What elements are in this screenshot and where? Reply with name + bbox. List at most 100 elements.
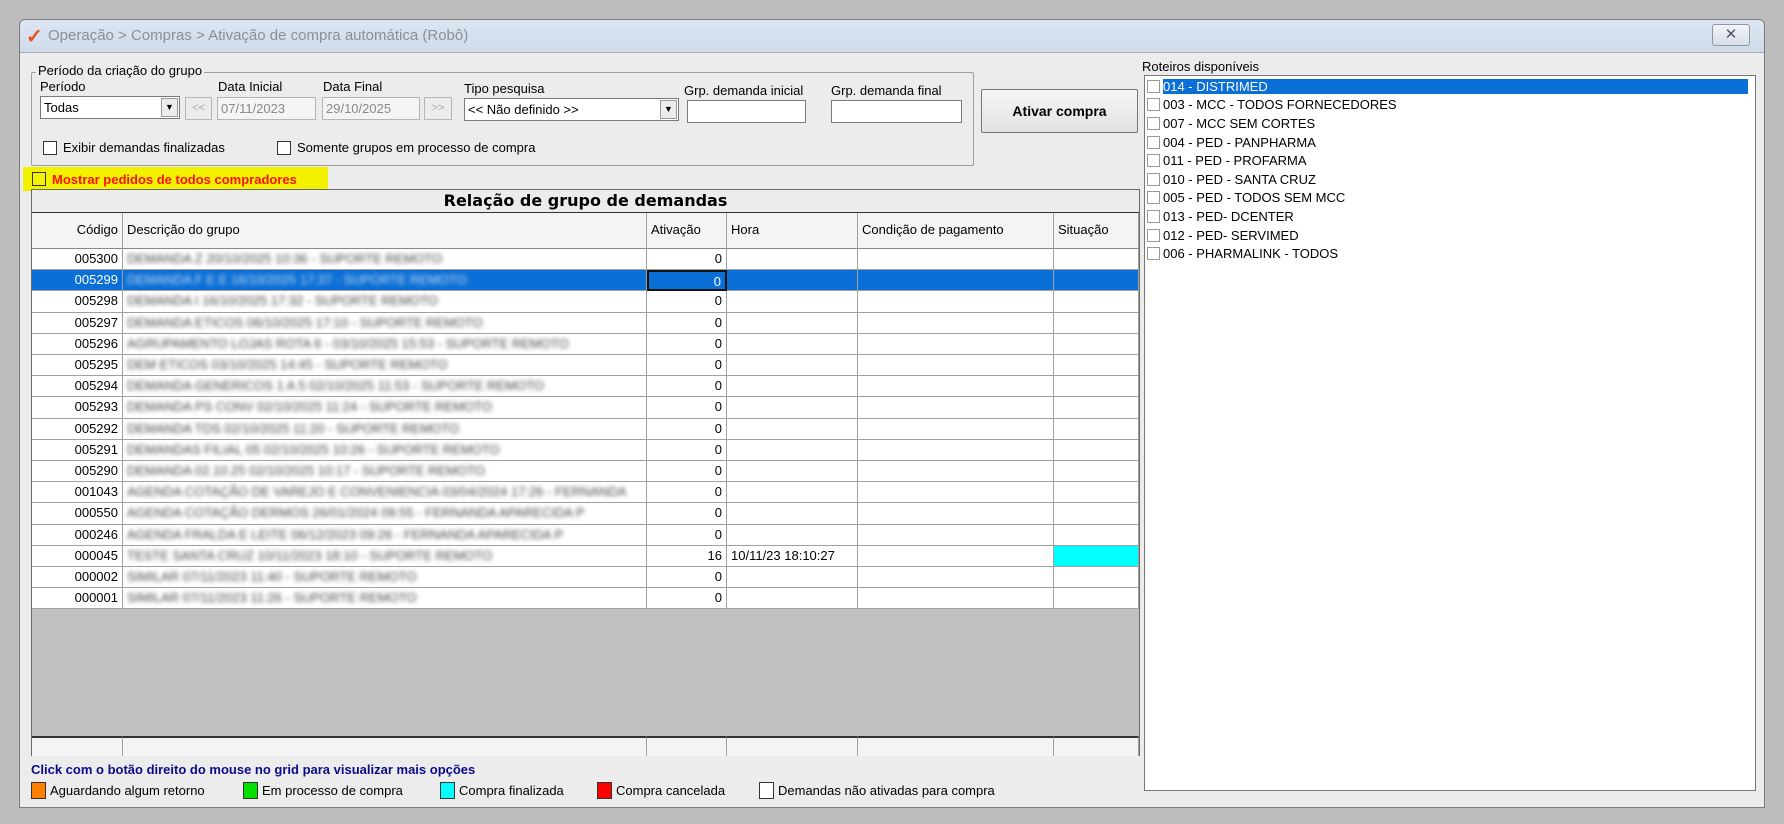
- cell-descricao[interactable]: DEMANDA I 16/10/2025 17:32 - SUPORTE REM…: [123, 291, 647, 313]
- cell-ativacao[interactable]: 0: [647, 524, 727, 546]
- cell-condicao[interactable]: [858, 376, 1054, 398]
- cell-descricao[interactable]: DEM ETICOS 03/10/2025 14:45 - SUPORTE RE…: [123, 355, 647, 377]
- cell-codigo[interactable]: 005292: [32, 418, 123, 440]
- cell-condicao[interactable]: [858, 545, 1054, 567]
- cell-descricao[interactable]: AGRUPAMENTO LOJAS ROTA 6 - 03/10/2025 15…: [123, 333, 647, 355]
- cell-ativacao[interactable]: 0: [647, 291, 727, 313]
- roteiro-checkbox[interactable]: [1147, 191, 1160, 205]
- cell-descricao[interactable]: DEMANDA ETICOS 06/10/2025 17:10 - SUPORT…: [123, 312, 647, 334]
- col-header-condicao[interactable]: Condição de pagamento: [858, 213, 1054, 249]
- col-header-situacao[interactable]: Situação: [1054, 213, 1139, 249]
- roteiro-item[interactable]: 014 - DISTRIMED: [1147, 77, 1748, 96]
- table-row[interactable]: 005293 DEMANDA PS CONV 02/10/2025 11:24 …: [32, 397, 1139, 419]
- roteiro-item[interactable]: 006 - PHARMALINK - TODOS: [1147, 244, 1338, 263]
- cell-descricao[interactable]: SIMILAR 07/11/2023 11:40 - SUPORTE REMOT…: [123, 567, 647, 589]
- cell-condicao[interactable]: [858, 567, 1054, 589]
- roteiro-item[interactable]: 010 - PED - SANTA CRUZ: [1147, 170, 1316, 189]
- cell-descricao[interactable]: DEMANDA TDS 02/10/2025 11:20 - SUPORTE R…: [123, 418, 647, 440]
- cell-condicao[interactable]: [858, 418, 1054, 440]
- roteiro-item[interactable]: 005 - PED - TODOS SEM MCC: [1147, 189, 1345, 208]
- cell-condicao[interactable]: [858, 461, 1054, 483]
- cell-hora[interactable]: [727, 355, 858, 377]
- cell-ativacao[interactable]: 0: [647, 312, 727, 334]
- cell-situacao[interactable]: [1054, 376, 1139, 398]
- mostrar-todos-compradores-checkbox[interactable]: Mostrar pedidos de todos compradores: [23, 167, 328, 191]
- data-inicial-input[interactable]: 07/11/2023: [217, 97, 316, 120]
- table-row[interactable]: 000550 AGENDA COTAÇÃO DERMOS 26/01/2024 …: [32, 503, 1139, 525]
- table-row[interactable]: 005300 DEMANDA Z 20/10/2025 10:36 - SUPO…: [32, 249, 1139, 271]
- cell-ativacao[interactable]: 0: [647, 376, 727, 398]
- table-row[interactable]: 005292 DEMANDA TDS 02/10/2025 11:20 - SU…: [32, 418, 1139, 440]
- cell-condicao[interactable]: [858, 291, 1054, 313]
- cell-codigo[interactable]: 005300: [32, 249, 123, 271]
- cell-codigo[interactable]: 005293: [32, 397, 123, 419]
- cell-condicao[interactable]: [858, 333, 1054, 355]
- cell-hora[interactable]: 10/11/23 18:10:27: [727, 545, 858, 567]
- col-header-codigo[interactable]: Código: [32, 213, 123, 249]
- cell-ativacao[interactable]: 0: [647, 418, 727, 440]
- col-header-hora[interactable]: Hora: [727, 213, 858, 249]
- cell-hora[interactable]: [727, 439, 858, 461]
- table-row[interactable]: 005295 DEM ETICOS 03/10/2025 14:45 - SUP…: [32, 355, 1139, 377]
- roteiro-item[interactable]: 012 - PED- SERVIMED: [1147, 226, 1299, 245]
- cell-codigo[interactable]: 005296: [32, 333, 123, 355]
- cell-ativacao[interactable]: 0: [647, 461, 727, 483]
- roteiro-item[interactable]: 013 - PED- DCENTER: [1147, 207, 1294, 226]
- cell-situacao[interactable]: [1054, 249, 1139, 271]
- cell-ativacao[interactable]: 0: [647, 333, 727, 355]
- cell-descricao[interactable]: DEMANDA GENERICOS 1 A 5 02/10/2025 11:53…: [123, 376, 647, 398]
- cell-situacao[interactable]: [1054, 333, 1139, 355]
- cell-descricao[interactable]: DEMANDA Z 20/10/2025 10:36 - SUPORTE REM…: [123, 249, 647, 271]
- cell-condicao[interactable]: [858, 397, 1054, 419]
- cell-hora[interactable]: [727, 397, 858, 419]
- roteiro-checkbox[interactable]: [1147, 79, 1160, 93]
- cell-codigo[interactable]: 001043: [32, 482, 123, 504]
- roteiro-checkbox[interactable]: [1147, 172, 1160, 186]
- checkbox-box[interactable]: [277, 140, 291, 155]
- roteiros-list[interactable]: 014 - DISTRIMED 003 - MCC - TODOS FORNECE…: [1144, 75, 1756, 791]
- cell-hora[interactable]: [727, 567, 858, 589]
- cell-ativacao[interactable]: 0: [647, 439, 727, 461]
- cell-codigo[interactable]: 000550: [32, 503, 123, 525]
- table-row[interactable]: 001043 AGENDA COTAÇÃO DE VAREJO E CONVEN…: [32, 482, 1139, 504]
- roteiro-checkbox[interactable]: [1147, 154, 1160, 168]
- checkbox-box[interactable]: [32, 172, 46, 186]
- cell-situacao[interactable]: [1054, 397, 1139, 419]
- somente-processo-checkbox[interactable]: Somente grupos em processo de compra: [277, 140, 535, 155]
- cell-ativacao[interactable]: 0: [647, 397, 727, 419]
- periodo-select[interactable]: Todas ▼: [40, 96, 180, 119]
- roteiro-checkbox[interactable]: [1147, 98, 1160, 112]
- cell-condicao[interactable]: [858, 270, 1054, 292]
- cell-condicao[interactable]: [858, 249, 1054, 271]
- cell-ativacao[interactable]: 0: [647, 249, 727, 271]
- cell-condicao[interactable]: [858, 503, 1054, 525]
- table-row[interactable]: 000246 AGENDA FRALDA E LEITE 06/12/2023 …: [32, 524, 1139, 546]
- cell-situacao[interactable]: [1054, 503, 1139, 525]
- cell-situacao[interactable]: [1054, 461, 1139, 483]
- roteiro-checkbox[interactable]: [1147, 116, 1160, 130]
- cell-ativacao[interactable]: 0: [647, 588, 727, 610]
- exibir-finalizadas-checkbox[interactable]: Exibir demandas finalizadas: [43, 140, 225, 155]
- cell-descricao[interactable]: DEMANDA PS CONV 02/10/2025 11:24 - SUPOR…: [123, 397, 647, 419]
- cell-ativacao[interactable]: 0: [647, 567, 727, 589]
- cell-codigo[interactable]: 000045: [32, 545, 123, 567]
- cell-descricao[interactable]: AGENDA COTAÇÃO DERMOS 26/01/2024 09:55 -…: [123, 503, 647, 525]
- table-row[interactable]: 000045 TESTE SANTA CRUZ 10/11/2023 18:10…: [32, 545, 1139, 567]
- col-header-ativacao[interactable]: Ativação: [647, 213, 727, 249]
- cell-ativacao[interactable]: 0: [647, 482, 727, 504]
- cell-hora[interactable]: [727, 249, 858, 271]
- roteiro-checkbox[interactable]: [1147, 228, 1160, 242]
- grp-inicial-input[interactable]: [687, 100, 806, 123]
- tipo-pesquisa-select[interactable]: << Não definido >> ▼: [464, 98, 679, 121]
- cell-situacao[interactable]: [1054, 439, 1139, 461]
- cell-descricao[interactable]: DEMANDAS FILIAL 05 02/10/2025 10:26 - SU…: [123, 439, 647, 461]
- cell-hora[interactable]: [727, 376, 858, 398]
- cell-codigo[interactable]: 005290: [32, 461, 123, 483]
- table-row[interactable]: 005299 DEMANDA F E E 16/10/2025 17:37 - …: [32, 270, 1139, 292]
- cell-hora[interactable]: [727, 312, 858, 334]
- cell-codigo[interactable]: 005295: [32, 355, 123, 377]
- demand-groups-grid[interactable]: Relação de grupo de demandas Código Descr…: [31, 189, 1140, 756]
- cell-situacao[interactable]: [1054, 524, 1139, 546]
- cell-hora[interactable]: [727, 524, 858, 546]
- cell-situacao[interactable]: [1054, 482, 1139, 504]
